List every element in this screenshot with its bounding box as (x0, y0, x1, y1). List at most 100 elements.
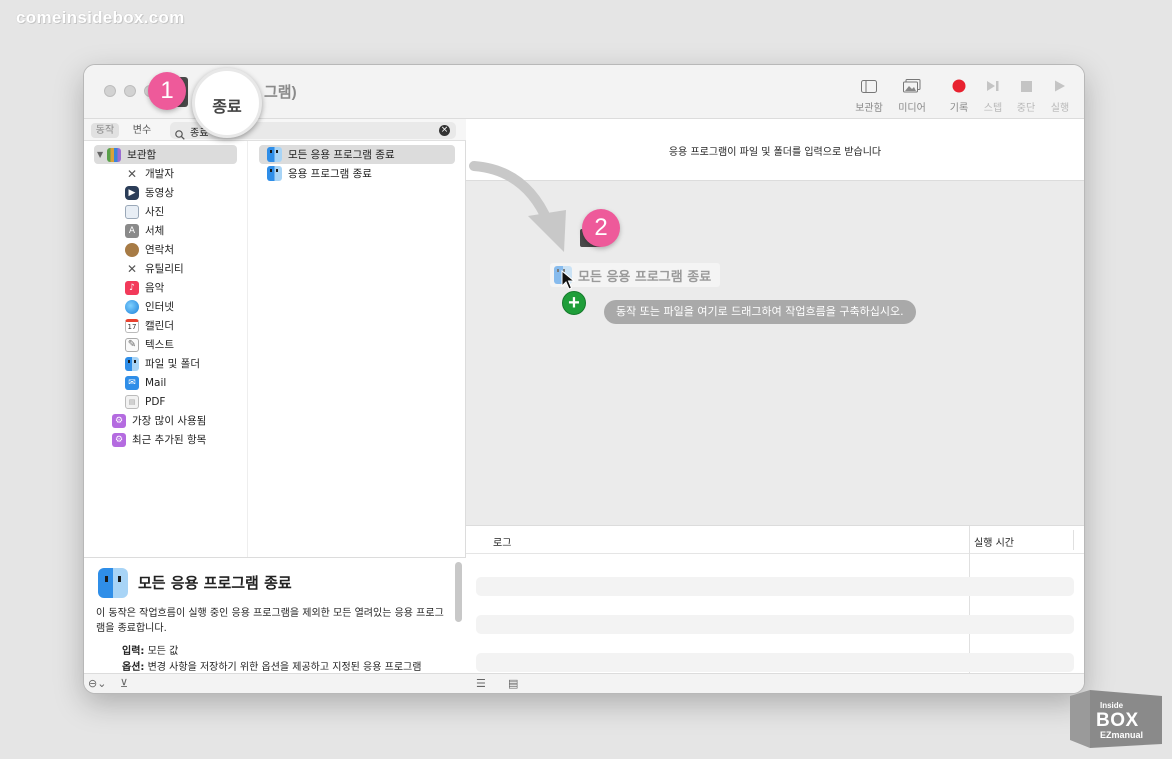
finder-icon (267, 166, 282, 181)
category-music[interactable]: ♪ 음악 (125, 278, 164, 297)
callout-text: 종료 (212, 97, 242, 116)
close-window-button[interactable] (104, 85, 116, 97)
library-toggle-button[interactable]: 보관함 (847, 77, 891, 114)
dragged-action-label: 모든 응용 프로그램 종료 (578, 269, 712, 285)
minimize-window-button[interactable] (124, 85, 136, 97)
category-calendar[interactable]: 17 캘린더 (125, 316, 174, 335)
category-label: 가장 많이 사용됨 (132, 415, 207, 427)
column-divider (1073, 530, 1074, 550)
sidebar-icon (847, 77, 891, 95)
photos-icon (125, 204, 139, 219)
action-list: 모든 응용 프로그램 종료 응용 프로그램 종료 (249, 141, 466, 557)
category-utilities[interactable]: ✕ 유틸리티 (125, 259, 184, 278)
tab-variables[interactable]: 변수 (128, 123, 156, 138)
category-label: 동영상 (145, 187, 174, 199)
play-icon (1038, 77, 1082, 95)
pdf-icon: ▤ (125, 394, 139, 409)
log-row (476, 615, 1074, 634)
calendar-icon: 17 (125, 318, 139, 333)
category-label: 텍스트 (145, 339, 174, 351)
logo-main-text: BOX (1096, 710, 1139, 731)
automator-window: 그램) 보관함 미디어 기록 스텝 중단 실행 동작 변수 종료 × ▼ 보관함… (84, 65, 1084, 693)
run-label: 실행 (1050, 103, 1070, 114)
runtime-column-header[interactable]: 실행 시간 (974, 534, 1014, 549)
category-internet[interactable]: 인터넷 (125, 297, 174, 316)
drop-hint: 동작 또는 파일을 여기로 드래그하여 작업흐름을 구축하십시오. (604, 300, 916, 324)
library-folder-icon (107, 147, 122, 162)
description-scrollbar[interactable] (455, 562, 462, 622)
step-1-badge: 1 (148, 72, 186, 110)
split-view-icon[interactable]: ▤ (508, 677, 518, 690)
utilities-icon: ✕ (126, 261, 138, 276)
category-label: 보관함 (127, 149, 157, 161)
log-header: 로그 실행 시간 (466, 526, 1084, 554)
list-view-icon[interactable]: ☰ (476, 677, 486, 690)
category-most-used[interactable]: ⚙ 가장 많이 사용됨 (112, 411, 206, 430)
library-label: 보관함 (855, 103, 883, 114)
step-2-badge: 2 (582, 209, 620, 247)
category-contacts[interactable]: 연락처 (125, 240, 174, 259)
description-toggle-icon[interactable]: ⊻ (120, 677, 128, 690)
category-label: 파일 및 폴더 (145, 358, 200, 370)
tab-actions[interactable]: 동작 (91, 123, 119, 138)
add-plus-icon: + (562, 291, 586, 315)
zoom-callout: 종료 (192, 68, 262, 138)
description-input-row: 입력: 모든 값 (122, 642, 178, 657)
category-list: ▼ 보관함 ✕ 개발자 ▶ 동영상 사진 A 서체 연락처 ✕ 유틸리티 ♪ 음… (84, 141, 248, 557)
category-label: 연락처 (145, 244, 174, 256)
category-label: 인터넷 (145, 301, 174, 313)
description-body: 이 동작은 작업흐름이 실행 중인 응용 프로그램을 제외한 모든 열려있는 응… (96, 608, 444, 634)
run-button[interactable]: 실행 (1038, 77, 1082, 114)
action-label: 응용 프로그램 종료 (288, 168, 372, 180)
log-panel: 로그 실행 시간 (466, 525, 1084, 674)
clear-search-icon[interactable]: × (439, 125, 450, 136)
drag-arrow-icon (469, 161, 566, 252)
category-label: 최근 추가된 항목 (132, 434, 207, 446)
input-label: 입력: (122, 646, 145, 657)
smart-folder-icon: ⚙ (112, 432, 126, 447)
site-watermark: comeinsidebox.com (16, 8, 185, 27)
category-recently-added[interactable]: ⚙ 최근 추가된 항목 (112, 430, 206, 449)
action-quit-app[interactable]: 응용 프로그램 종료 (259, 164, 455, 183)
window-title: 그램) (264, 84, 297, 101)
category-label: PDF (145, 395, 166, 408)
category-library[interactable]: ▼ 보관함 (94, 145, 237, 164)
action-description: 모든 응용 프로그램 종료 이 동작은 작업흐름이 실행 중인 응용 프로그램을… (84, 557, 466, 673)
category-text[interactable]: ✎ 텍스트 (125, 335, 174, 354)
media-button[interactable]: 미디어 (890, 77, 934, 114)
finder-large-icon (98, 568, 128, 598)
category-pdf[interactable]: ▤ PDF (125, 392, 165, 411)
log-column-header[interactable]: 로그 (493, 534, 511, 549)
mail-icon: ✉ (125, 375, 139, 390)
library-panel: 동작 변수 종료 × ▼ 보관함 ✕ 개발자 ▶ 동영상 사진 A 서체 연락처… (84, 119, 466, 673)
description-title: 모든 응용 프로그램 종료 (138, 574, 292, 592)
description-options-row: 옵션: 변경 사항을 저장하기 위한 옵션을 제공하고 지정된 응용 프로그램 (122, 658, 421, 673)
category-mail[interactable]: ✉ Mail (125, 373, 166, 392)
category-label: 사진 (145, 206, 165, 218)
finder-icon (125, 356, 139, 371)
more-options-icon[interactable]: ⊖⌄ (88, 677, 106, 690)
developer-tools-icon: ✕ (126, 166, 138, 181)
category-movies[interactable]: ▶ 동영상 (125, 183, 174, 202)
text-icon: ✎ (125, 337, 139, 352)
category-photos[interactable]: 사진 (125, 202, 164, 221)
action-quit-all-apps[interactable]: 모든 응용 프로그램 종료 (259, 145, 455, 164)
category-developer[interactable]: ✕ 개발자 (125, 164, 174, 183)
log-row (476, 653, 1074, 672)
dragged-action-card[interactable]: 모든 응용 프로그램 종료 (550, 263, 720, 287)
column-divider (969, 526, 970, 674)
movie-icon: ▶ (125, 185, 139, 200)
action-label: 모든 응용 프로그램 종료 (288, 149, 395, 161)
internet-globe-icon (125, 299, 139, 314)
library-toolbar: 동작 변수 종료 × (84, 119, 466, 141)
category-label: Mail (145, 376, 167, 389)
insidebox-logo: Inside BOX EZmanual (1070, 690, 1162, 748)
options-value: 변경 사항을 저장하기 위한 옵션을 제공하고 지정된 응용 프로그램 (147, 662, 422, 673)
media-label: 미디어 (898, 103, 926, 114)
music-icon: ♪ (125, 280, 139, 295)
log-row (476, 577, 1074, 596)
category-files-folders[interactable]: 파일 및 폴더 (125, 354, 200, 373)
category-fonts[interactable]: A 서체 (125, 221, 164, 240)
smart-folder-icon: ⚙ (112, 413, 126, 428)
options-label: 옵션: (122, 662, 145, 673)
